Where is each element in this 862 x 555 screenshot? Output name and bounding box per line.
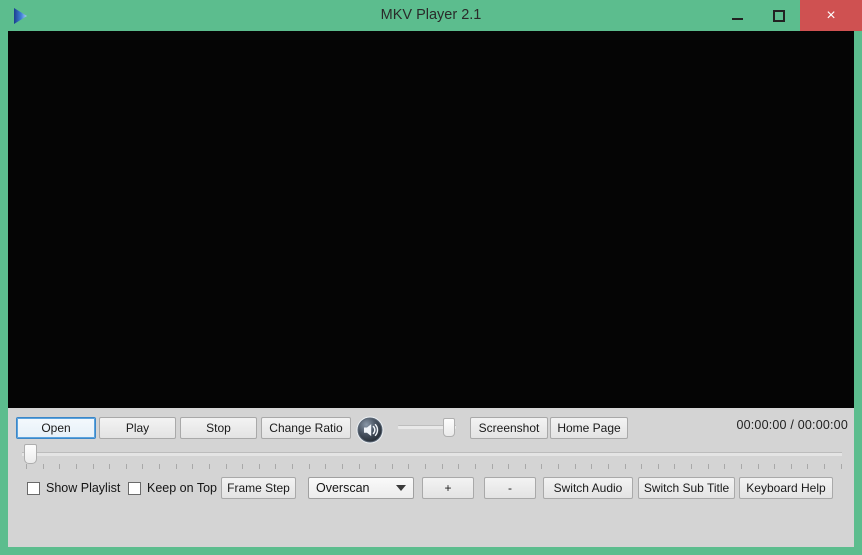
close-icon: ×: [826, 6, 836, 24]
screenshot-button[interactable]: Screenshot: [470, 417, 548, 439]
show-playlist-checkbox[interactable]: Show Playlist: [27, 478, 120, 498]
checkbox-icon: [27, 481, 40, 495]
decrease-button[interactable]: -: [484, 477, 536, 499]
frame-step-button[interactable]: Frame Step: [221, 477, 296, 499]
close-button[interactable]: ×: [800, 0, 862, 31]
overscan-select-value: Overscan: [316, 481, 370, 495]
play-button[interactable]: Play: [99, 417, 176, 439]
show-playlist-label: Show Playlist: [46, 481, 121, 495]
switch-sub-title-button[interactable]: Switch Sub Title: [638, 477, 735, 499]
maximize-button[interactable]: [758, 0, 800, 31]
time-display: 00:00:00 / 00:00:00: [736, 418, 848, 432]
seek-slider-thumb[interactable]: [24, 444, 37, 464]
mkv-player-window: MKV Player 2.1 × Open Play Stop Change R…: [0, 0, 862, 555]
keyboard-help-button[interactable]: Keyboard Help: [739, 477, 833, 499]
checkbox-icon: [128, 481, 141, 495]
title-bar[interactable]: MKV Player 2.1 ×: [0, 0, 862, 31]
stop-button[interactable]: Stop: [180, 417, 257, 439]
minimize-icon: [731, 18, 743, 20]
seek-slider-track[interactable]: [22, 452, 842, 456]
video-display-area[interactable]: [8, 31, 854, 408]
window-controls: ×: [716, 0, 862, 31]
open-button[interactable]: Open: [16, 417, 96, 439]
seek-tick-marks: [26, 464, 842, 470]
speaker-volume-icon[interactable]: [355, 415, 385, 445]
volume-slider-thumb[interactable]: [443, 418, 455, 437]
keep-on-top-checkbox[interactable]: Keep on Top: [128, 478, 217, 498]
overscan-select[interactable]: Overscan: [308, 477, 414, 499]
chevron-down-icon: [396, 485, 406, 491]
minimize-button[interactable]: [716, 0, 758, 31]
change-ratio-button[interactable]: Change Ratio: [261, 417, 351, 439]
keep-on-top-label: Keep on Top: [147, 481, 217, 495]
increase-button[interactable]: +: [422, 477, 474, 499]
maximize-icon: [773, 9, 785, 22]
home-page-button[interactable]: Home Page: [550, 417, 628, 439]
switch-audio-button[interactable]: Switch Audio: [543, 477, 633, 499]
